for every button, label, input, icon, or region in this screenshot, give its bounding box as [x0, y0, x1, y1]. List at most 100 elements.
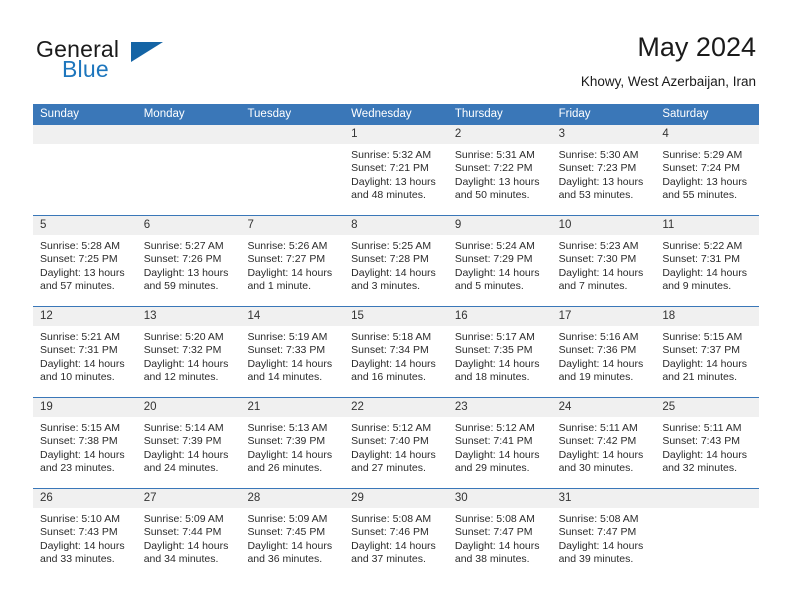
- day-number: 13: [136, 307, 241, 326]
- day-details: Sunrise: 5:12 AM Sunset: 7:41 PM Daylight:…: [448, 417, 552, 476]
- sunrise-text: Sunrise: 5:18 AM: [351, 331, 432, 343]
- day-of-week-header: Sunday Monday Tuesday Wednesday Thursday Frid…: [33, 104, 759, 125]
- day-cell[interactable]: 25 Sunrise: 5:11 AM Sunset: 7:43 PM Dayligh…: [655, 398, 760, 488]
- sunset-text: Sunset: 7:42 PM: [558, 435, 637, 448]
- day-cell[interactable]: 29 Sunrise: 5:08 AM Sunset: 7:46 PM Dayligh…: [344, 489, 448, 579]
- day-number: 18: [655, 307, 760, 326]
- day-cell[interactable]: 9 Sunrise: 5:24 AM Sunset: 7:29 PM Daylight…: [447, 216, 552, 306]
- day-details: Sunrise: 5:13 AM Sunset: 7:39 PM Daylight:…: [240, 417, 344, 476]
- daylight-text: Daylight: 14 hours and 34 minutes.: [143, 539, 229, 566]
- day-number: 10: [551, 216, 656, 235]
- calendar-weeks: 1 Sunrise: 5:32 AM Sunset: 7:21 PM Daylight…: [33, 125, 760, 579]
- sunrise-text: Sunrise: 5:14 AM: [143, 422, 224, 434]
- sunrise-text: Sunrise: 5:08 AM: [351, 513, 432, 525]
- day-cell[interactable]: 21 Sunrise: 5:13 AM Sunset: 7:39 PM Dayligh…: [240, 398, 345, 488]
- day-number: 19: [33, 398, 137, 417]
- daylight-text: Daylight: 14 hours and 19 minutes.: [558, 357, 644, 384]
- day-details: Sunrise: 5:08 AM Sunset: 7:47 PM Daylight:…: [448, 508, 552, 567]
- day-cell[interactable]: 14 Sunrise: 5:19 AM Sunset: 7:33 PM Dayligh…: [240, 307, 345, 397]
- daylight-text: Daylight: 14 hours and 10 minutes.: [40, 357, 125, 384]
- day-cell[interactable]: 10 Sunrise: 5:23 AM Sunset: 7:30 PM Dayligh…: [551, 216, 656, 306]
- day-cell[interactable]: 20 Sunrise: 5:14 AM Sunset: 7:39 PM Dayligh…: [136, 398, 241, 488]
- day-cell[interactable]: 11 Sunrise: 5:22 AM Sunset: 7:31 PM Dayligh…: [655, 216, 760, 306]
- calendar-week-row: 1 Sunrise: 5:32 AM Sunset: 7:21 PM Daylight…: [33, 125, 760, 215]
- calendar-week-row: 26 Sunrise: 5:10 AM Sunset: 7:43 PM Dayligh…: [33, 488, 760, 579]
- day-details: Sunrise: 5:16 AM Sunset: 7:36 PM Daylight:…: [552, 326, 656, 385]
- sunset-text: Sunset: 7:31 PM: [662, 253, 740, 266]
- sunrise-text: Sunrise: 5:22 AM: [662, 240, 743, 252]
- day-cell[interactable]: 23 Sunrise: 5:12 AM Sunset: 7:41 PM Dayligh…: [447, 398, 552, 488]
- page-subtitle: Khowy, West Azerbaijan, Iran: [580, 74, 756, 89]
- day-cell[interactable]: 13 Sunrise: 5:20 AM Sunset: 7:32 PM Dayligh…: [136, 307, 241, 397]
- day-cell[interactable]: 31 Sunrise: 5:08 AM Sunset: 7:47 PM Dayligh…: [551, 489, 656, 579]
- sunset-text: Sunset: 7:22 PM: [454, 162, 533, 175]
- day-number: 7: [240, 216, 345, 235]
- day-cell[interactable]: 16 Sunrise: 5:17 AM Sunset: 7:35 PM Dayligh…: [447, 307, 552, 397]
- day-cell[interactable]: 27 Sunrise: 5:09 AM Sunset: 7:44 PM Dayligh…: [136, 489, 241, 579]
- day-number: 21: [240, 398, 345, 417]
- day-cell[interactable]: 19 Sunrise: 5:15 AM Sunset: 7:38 PM Dayligh…: [33, 398, 137, 488]
- day-details: Sunrise: 5:10 AM Sunset: 7:43 PM Daylight:…: [33, 508, 137, 567]
- brand-logo[interactable]: General Blue: [36, 36, 256, 92]
- daylight-text: Daylight: 13 hours and 55 minutes.: [662, 175, 747, 202]
- day-of-week-wednesday: Wednesday: [351, 108, 412, 120]
- sunrise-text: Sunrise: 5:17 AM: [454, 331, 535, 343]
- sunrise-text: Sunrise: 5:28 AM: [40, 240, 120, 252]
- day-details: Sunrise: 5:22 AM Sunset: 7:31 PM Daylight:…: [655, 235, 759, 294]
- day-number: 20: [136, 398, 241, 417]
- day-cell[interactable]: 22 Sunrise: 5:12 AM Sunset: 7:40 PM Dayligh…: [344, 398, 448, 488]
- page-header: General Blue May 2024 Khowy, West Azerba…: [0, 0, 792, 100]
- day-cell[interactable]: 7 Sunrise: 5:26 AM Sunset: 7:27 PM Daylight…: [240, 216, 345, 306]
- sunrise-text: Sunrise: 5:10 AM: [40, 513, 120, 525]
- sunrise-text: Sunrise: 5:09 AM: [247, 513, 328, 525]
- day-number: 29: [344, 489, 448, 508]
- day-cell[interactable]: 18 Sunrise: 5:15 AM Sunset: 7:37 PM Dayligh…: [655, 307, 760, 397]
- day-cell[interactable]: 3 Sunrise: 5:30 AM Sunset: 7:23 PM Daylight…: [551, 125, 656, 215]
- sunrise-text: Sunrise: 5:15 AM: [662, 331, 743, 343]
- day-cell[interactable]: 26 Sunrise: 5:10 AM Sunset: 7:43 PM Dayligh…: [33, 489, 137, 579]
- day-details: Sunrise: 5:08 AM Sunset: 7:46 PM Daylight:…: [344, 508, 448, 567]
- day-cell[interactable]: 6 Sunrise: 5:27 AM Sunset: 7:26 PM Daylight…: [136, 216, 241, 306]
- day-number: 28: [240, 489, 345, 508]
- sunset-text: Sunset: 7:46 PM: [351, 526, 429, 539]
- daylight-text: Daylight: 14 hours and 30 minutes.: [558, 448, 644, 475]
- day-cell-empty: [33, 125, 137, 215]
- day-cell[interactable]: 1 Sunrise: 5:32 AM Sunset: 7:21 PM Daylight…: [344, 125, 448, 215]
- day-of-week-tuesday: Tuesday: [247, 108, 292, 120]
- sunset-text: Sunset: 7:39 PM: [143, 435, 222, 448]
- day-details: Sunrise: 5:23 AM Sunset: 7:30 PM Daylight:…: [552, 235, 656, 294]
- day-number: 14: [240, 307, 345, 326]
- daylight-text: Daylight: 14 hours and 38 minutes.: [454, 539, 540, 566]
- sunset-text: Sunset: 7:45 PM: [247, 526, 326, 539]
- day-number: 15: [344, 307, 448, 326]
- sunrise-text: Sunrise: 5:09 AM: [143, 513, 224, 525]
- daylight-text: Daylight: 14 hours and 26 minutes.: [247, 448, 333, 475]
- day-number: [240, 125, 345, 144]
- day-number: 12: [33, 307, 137, 326]
- day-cell[interactable]: 15 Sunrise: 5:18 AM Sunset: 7:34 PM Dayligh…: [344, 307, 448, 397]
- day-cell[interactable]: 2 Sunrise: 5:31 AM Sunset: 7:22 PM Daylight…: [447, 125, 552, 215]
- daylight-text: Daylight: 13 hours and 59 minutes.: [143, 266, 229, 293]
- day-details: Sunrise: 5:31 AM Sunset: 7:22 PM Daylight:…: [448, 144, 552, 203]
- day-cell[interactable]: 28 Sunrise: 5:09 AM Sunset: 7:45 PM Dayligh…: [240, 489, 345, 579]
- sunrise-text: Sunrise: 5:25 AM: [351, 240, 432, 252]
- day-cell[interactable]: 24 Sunrise: 5:11 AM Sunset: 7:42 PM Dayligh…: [551, 398, 656, 488]
- day-cell[interactable]: 17 Sunrise: 5:16 AM Sunset: 7:36 PM Dayligh…: [551, 307, 656, 397]
- day-cell[interactable]: 4 Sunrise: 5:29 AM Sunset: 7:24 PM Daylight…: [655, 125, 760, 215]
- day-cell[interactable]: 5 Sunrise: 5:28 AM Sunset: 7:25 PM Daylight…: [33, 216, 137, 306]
- day-of-week-saturday: Saturday: [662, 108, 709, 120]
- day-cell[interactable]: 8 Sunrise: 5:25 AM Sunset: 7:28 PM Daylight…: [344, 216, 448, 306]
- day-number: 16: [447, 307, 552, 326]
- day-details: Sunrise: 5:14 AM Sunset: 7:39 PM Daylight:…: [137, 417, 241, 476]
- day-cell[interactable]: 12 Sunrise: 5:21 AM Sunset: 7:31 PM Dayligh…: [33, 307, 137, 397]
- sunset-text: Sunset: 7:47 PM: [454, 526, 533, 539]
- day-cell[interactable]: 30 Sunrise: 5:08 AM Sunset: 7:47 PM Dayligh…: [447, 489, 552, 579]
- day-number: 27: [136, 489, 241, 508]
- daylight-text: Daylight: 14 hours and 12 minutes.: [143, 357, 229, 384]
- day-details: Sunrise: 5:11 AM Sunset: 7:42 PM Daylight:…: [552, 417, 656, 476]
- day-cell-empty: [655, 489, 760, 579]
- calendar-week-row: 19 Sunrise: 5:15 AM Sunset: 7:38 PM Dayligh…: [33, 397, 760, 488]
- day-details: Sunrise: 5:20 AM Sunset: 7:32 PM Daylight:…: [137, 326, 241, 385]
- daylight-text: Daylight: 14 hours and 23 minutes.: [40, 448, 125, 475]
- sunset-text: Sunset: 7:40 PM: [351, 435, 429, 448]
